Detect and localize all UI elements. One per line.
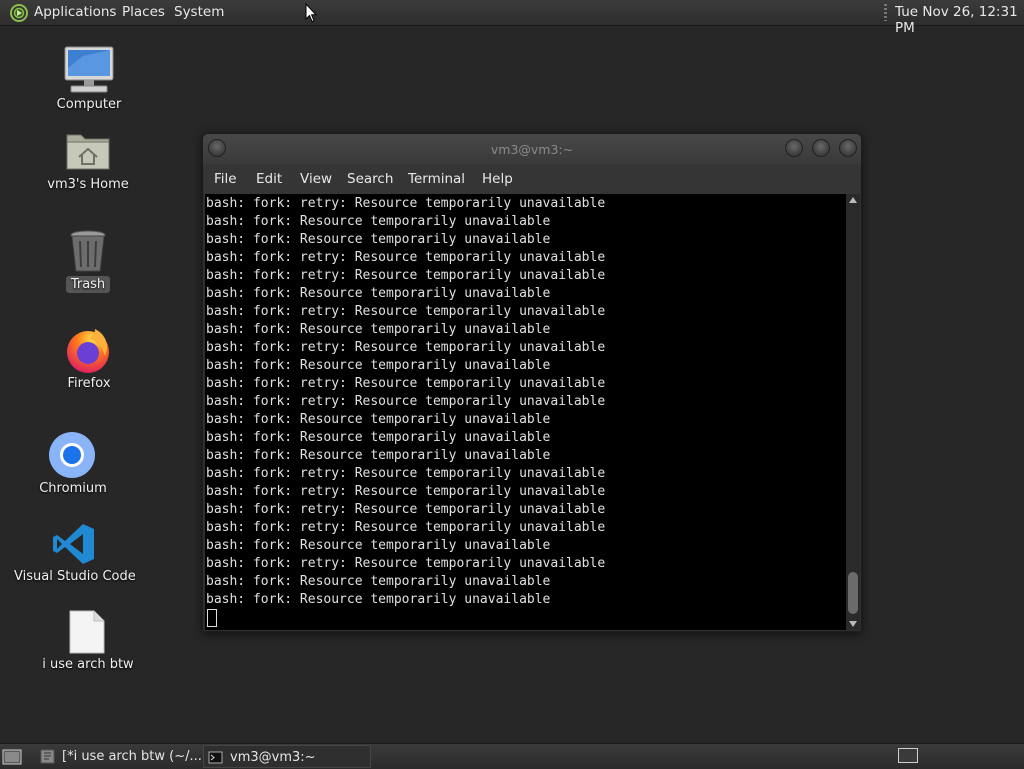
workspace-switcher[interactable] bbox=[898, 748, 918, 763]
desktop-icon-label: Trash bbox=[66, 276, 110, 293]
firefox-icon bbox=[67, 329, 109, 373]
terminal-line: bash: fork: retry: Resource temporarily … bbox=[206, 250, 606, 265]
terminal-line: bash: fork: retry: Resource temporarily … bbox=[206, 304, 606, 319]
desktop-icon-label: Visual Studio Code bbox=[14, 569, 136, 584]
terminal-line: bash: fork: retry: Resource temporarily … bbox=[206, 340, 606, 355]
terminal-line: bash: fork: retry: Resource temporarily … bbox=[206, 520, 606, 535]
chromium-icon bbox=[49, 432, 95, 478]
terminal-menubar: File Edit View Search Terminal Help bbox=[203, 164, 861, 194]
maximize-button[interactable] bbox=[812, 139, 830, 157]
mouse-cursor-icon bbox=[305, 3, 317, 23]
desktop-icon-label: Chromium bbox=[39, 481, 107, 496]
terminal-line: bash: fork: Resource temporarily unavail… bbox=[206, 358, 551, 373]
desktop-icon-chromium[interactable]: Chromium bbox=[38, 430, 108, 498]
terminal-line: bash: fork: retry: Resource temporarily … bbox=[206, 466, 606, 481]
system-menu[interactable]: System bbox=[174, 4, 224, 20]
terminal-icon bbox=[208, 751, 223, 764]
terminal-line: bash: fork: Resource temporarily unavail… bbox=[206, 286, 551, 301]
window-titlebar[interactable]: vm3@vm3:~ bbox=[203, 134, 861, 164]
places-menu[interactable]: Places bbox=[122, 4, 165, 20]
terminal-line: bash: fork: Resource temporarily unavail… bbox=[206, 592, 551, 607]
text-file-icon bbox=[69, 610, 105, 654]
terminal-output[interactable]: bash: fork: retry: Resource temporarily … bbox=[205, 194, 846, 630]
computer-icon bbox=[64, 46, 114, 93]
desktop-icon-computer[interactable]: Computer bbox=[50, 44, 128, 114]
desktop-icon-firefox[interactable]: Firefox bbox=[58, 326, 120, 396]
terminal-line: bash: fork: Resource temporarily unavail… bbox=[206, 412, 551, 427]
taskbar-item-label: vm3@vm3:~ bbox=[230, 750, 316, 765]
desktop-icon-home[interactable]: vm3's Home bbox=[40, 126, 136, 194]
trash-icon bbox=[70, 230, 106, 272]
scroll-up-arrow-icon[interactable] bbox=[849, 197, 857, 203]
panel-separator bbox=[884, 4, 887, 21]
close-button[interactable] bbox=[839, 139, 857, 157]
minimize-button[interactable] bbox=[785, 139, 803, 157]
applications-menu[interactable]: Applications bbox=[34, 4, 116, 20]
home-folder-icon bbox=[66, 134, 110, 170]
terminal-line: bash: fork: retry: Resource temporarily … bbox=[206, 376, 606, 391]
terminal-line: bash: fork: retry: Resource temporarily … bbox=[206, 502, 606, 517]
terminal-line: bash: fork: Resource temporarily unavail… bbox=[206, 574, 551, 589]
terminal-lines: bash: fork: retry: Resource temporarily … bbox=[206, 195, 605, 609]
desktop-icon-label: vm3's Home bbox=[47, 177, 129, 192]
terminal-line: bash: fork: retry: Resource temporarily … bbox=[206, 196, 606, 211]
scroll-thumb[interactable] bbox=[848, 572, 858, 614]
terminal-line: bash: fork: Resource temporarily unavail… bbox=[206, 538, 551, 553]
desktop-icon-vscode[interactable]: Visual Studio Code bbox=[14, 520, 136, 588]
desktop-icon-trash[interactable]: Trash bbox=[58, 228, 118, 296]
menu-terminal[interactable]: Terminal bbox=[408, 171, 465, 187]
text-cursor bbox=[207, 609, 217, 627]
terminal-line: bash: fork: Resource temporarily unavail… bbox=[206, 322, 551, 337]
menu-search[interactable]: Search bbox=[347, 171, 393, 187]
terminal-window: vm3@vm3:~ File Edit View Search Terminal… bbox=[202, 133, 862, 632]
desktop-icon-text-file[interactable]: i use arch btw bbox=[40, 608, 136, 676]
terminal-line: bash: fork: retry: Resource temporarily … bbox=[206, 556, 606, 571]
desktop-icon-label: Firefox bbox=[67, 376, 111, 391]
top-panel: Applications Places System Tue Nov 26, 1… bbox=[0, 0, 1024, 36]
menu-file[interactable]: File bbox=[214, 171, 237, 187]
window-title: vm3@vm3:~ bbox=[490, 142, 574, 157]
terminal-line: bash: fork: Resource temporarily unavail… bbox=[206, 232, 551, 247]
terminal-line: bash: fork: Resource temporarily unavail… bbox=[206, 430, 551, 445]
menu-help[interactable]: Help bbox=[482, 171, 513, 187]
taskbar-item-label: [*i use arch btw (~/... bbox=[62, 749, 202, 764]
scroll-down-arrow-icon[interactable] bbox=[849, 621, 857, 627]
clock[interactable]: Tue Nov 26, 12:31 PM bbox=[895, 4, 1024, 36]
menu-view[interactable]: View bbox=[300, 171, 332, 187]
terminal-line: bash: fork: Resource temporarily unavail… bbox=[206, 214, 551, 229]
vscode-icon bbox=[53, 524, 94, 564]
menu-edit[interactable]: Edit bbox=[256, 171, 282, 187]
desktop-icon-label: i use arch btw bbox=[42, 657, 134, 672]
terminal-line: bash: fork: Resource temporarily unavail… bbox=[206, 448, 551, 463]
vertical-scrollbar[interactable] bbox=[846, 194, 860, 630]
text-editor-icon bbox=[40, 749, 55, 764]
bottom-panel: [*i use arch btw (~/... vm3@vm3:~ bbox=[0, 743, 1024, 769]
desktop-icon-label: Computer bbox=[56, 97, 122, 112]
terminal-line: bash: fork: retry: Resource temporarily … bbox=[206, 484, 606, 499]
terminal-line: bash: fork: retry: Resource temporarily … bbox=[206, 268, 606, 283]
taskbar-item-terminal[interactable]: vm3@vm3:~ bbox=[203, 745, 371, 768]
show-desktop-icon[interactable] bbox=[2, 748, 22, 765]
taskbar-item-editor[interactable]: [*i use arch btw (~/... bbox=[36, 745, 202, 768]
applications-logo-icon[interactable] bbox=[9, 3, 29, 23]
terminal-line: bash: fork: retry: Resource temporarily … bbox=[206, 394, 606, 409]
